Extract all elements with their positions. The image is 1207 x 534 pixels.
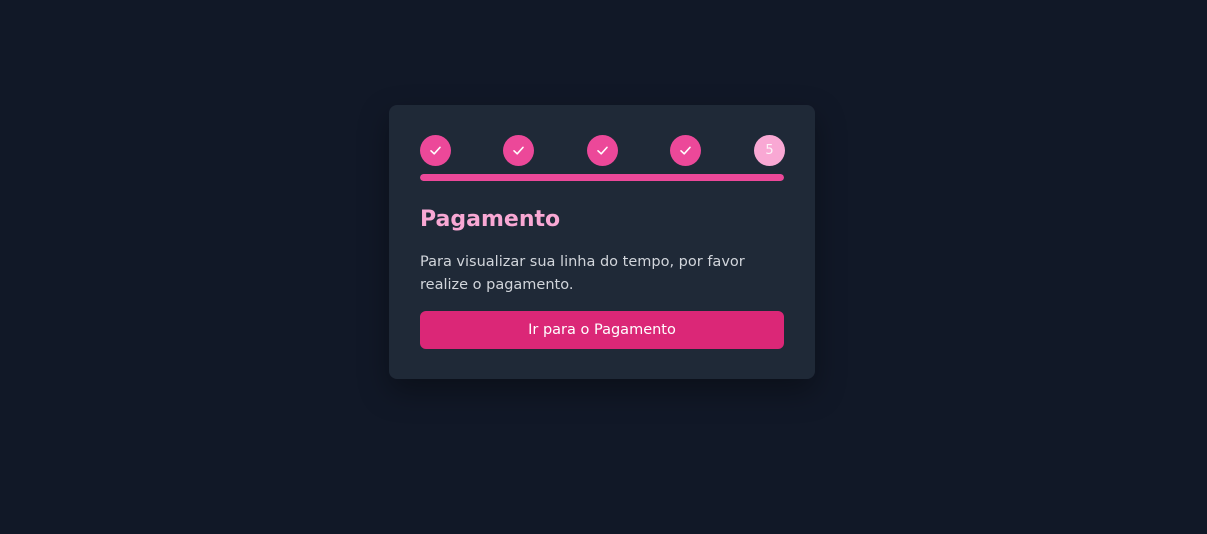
check-icon [680, 146, 691, 155]
step-number: 5 [765, 143, 774, 158]
check-icon [430, 146, 441, 155]
step-1-completed [420, 135, 451, 166]
check-icon [513, 146, 524, 155]
go-to-payment-button[interactable]: Ir para o Pagamento [420, 311, 784, 349]
step-5-current: 5 [754, 135, 785, 166]
step-2-completed [503, 135, 534, 166]
check-icon [597, 146, 608, 155]
step-3-completed [587, 135, 618, 166]
payment-description: Para visualizar sua linha do tempo, por … [420, 254, 745, 293]
page-title: Pagamento [420, 207, 561, 232]
progress-bar [420, 174, 784, 181]
step-4-completed [670, 135, 701, 166]
payment-card: 5 Pagamento Para visualizar sua linha do… [389, 105, 815, 379]
stepper: 5 [420, 135, 785, 166]
progress-bar-fill [420, 174, 784, 181]
